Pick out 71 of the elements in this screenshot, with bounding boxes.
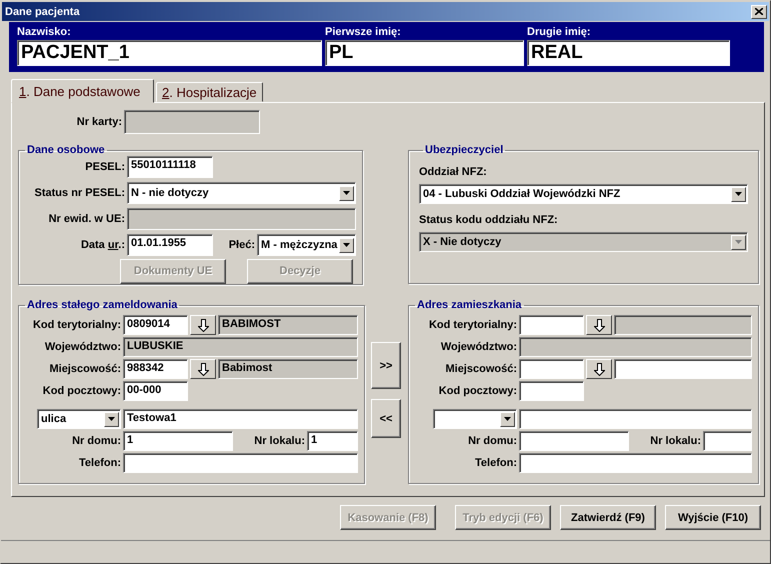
close-icon — [755, 8, 763, 15]
field-label: Telefon: — [474, 457, 517, 469]
copy-button[interactable]: >> — [371, 342, 401, 389]
text-field[interactable] — [519, 453, 752, 473]
field-label: Kod terytorialny: — [428, 319, 517, 331]
field-label: Status kodu oddziału NFZ: — [419, 214, 559, 226]
window-title: Dane pacjenta — [5, 6, 80, 18]
text-field[interactable] — [519, 315, 584, 335]
field-label: Województwo: — [440, 341, 517, 353]
text-field[interactable] — [519, 359, 584, 379]
field-label: Data ur.: — [80, 239, 125, 251]
text-field[interactable]: 1 — [123, 431, 233, 451]
text-field[interactable] — [123, 453, 358, 473]
copy-button[interactable]: << — [371, 399, 401, 438]
down-arrow-icon — [594, 362, 604, 376]
field-label: Płeć: — [228, 239, 255, 251]
field-label: Miejscowość: — [444, 363, 517, 375]
down-arrow-icon — [198, 362, 208, 376]
text-field[interactable]: PL — [325, 40, 524, 66]
text-field[interactable]: 00-000 — [123, 381, 188, 401]
text-field[interactable] — [703, 431, 752, 451]
lookup-button[interactable] — [586, 315, 612, 335]
field-label: Nr lokalu: — [253, 435, 305, 447]
text-field[interactable] — [614, 359, 752, 379]
tab[interactable]: 2. Hospitalizacje — [156, 82, 263, 102]
text-field[interactable] — [519, 431, 629, 451]
field-label: Nr ewid. w UE: — [48, 213, 125, 225]
tab[interactable]: 1. Dane podstawowe — [11, 79, 154, 103]
field-label: Województwo: — [44, 341, 121, 353]
field-label: Oddział NFZ: — [419, 166, 488, 178]
field-label: Pierwsze imię: — [325, 26, 402, 40]
text-field[interactable]: 55010111118 — [127, 156, 213, 178]
text-field[interactable] — [519, 409, 752, 429]
down-arrow-icon — [594, 318, 604, 332]
field-label: Kod pocztowy: — [438, 385, 517, 397]
group-title: Adres zamieszkania — [416, 299, 523, 311]
text-field[interactable]: 1 — [307, 431, 358, 451]
field-label: Kod pocztowy: — [42, 385, 121, 397]
group-title: Dane osobowe — [26, 144, 106, 156]
field-label: Nr karty: — [76, 116, 122, 128]
lookup-button[interactable] — [190, 359, 216, 379]
text-field[interactable]: PACJENT_1 — [17, 40, 322, 66]
text-field[interactable]: 0809014 — [123, 315, 188, 335]
text-field[interactable]: 01.01.1955 — [127, 234, 213, 256]
text-field[interactable]: REAL — [527, 40, 730, 66]
field-label: Telefon: — [78, 457, 121, 469]
lookup-button[interactable] — [586, 359, 612, 379]
dropdown[interactable] — [433, 409, 517, 429]
field-label: Nr domu: — [71, 435, 121, 447]
lookup-button[interactable] — [190, 315, 216, 335]
field-label: Nr domu: — [467, 435, 517, 447]
dropdown[interactable]: ulica — [37, 409, 121, 429]
text-field[interactable] — [519, 381, 584, 401]
group-title: Ubezpieczyciel — [424, 144, 504, 156]
field-label: Nr lokalu: — [649, 435, 701, 447]
action-button[interactable]: Wyjście (F10) — [665, 505, 761, 530]
field-label: Kod terytorialny: — [32, 319, 121, 331]
group-title: Adres stałego zameldowania — [26, 299, 178, 311]
dropdown[interactable]: N - nie dotyczy — [127, 182, 356, 204]
dropdown[interactable]: 04 - Lubuski Oddział Wojewódzki NFZ — [419, 184, 748, 204]
down-arrow-icon — [198, 318, 208, 332]
close-button[interactable] — [751, 4, 767, 18]
field-label: PESEL: — [84, 161, 125, 173]
dropdown[interactable]: M - mężczyzna — [257, 234, 356, 256]
action-button[interactable]: Zatwierdź (F9) — [560, 505, 656, 530]
field-label: Nazwisko: — [17, 26, 72, 40]
text-field[interactable]: Testowa1 — [123, 409, 358, 429]
text-field[interactable]: 988342 — [123, 359, 188, 379]
field-label: Status nr PESEL: — [34, 187, 125, 199]
field-label: Drugie imię: — [527, 26, 592, 40]
field-label: Miejscowość: — [48, 363, 121, 375]
